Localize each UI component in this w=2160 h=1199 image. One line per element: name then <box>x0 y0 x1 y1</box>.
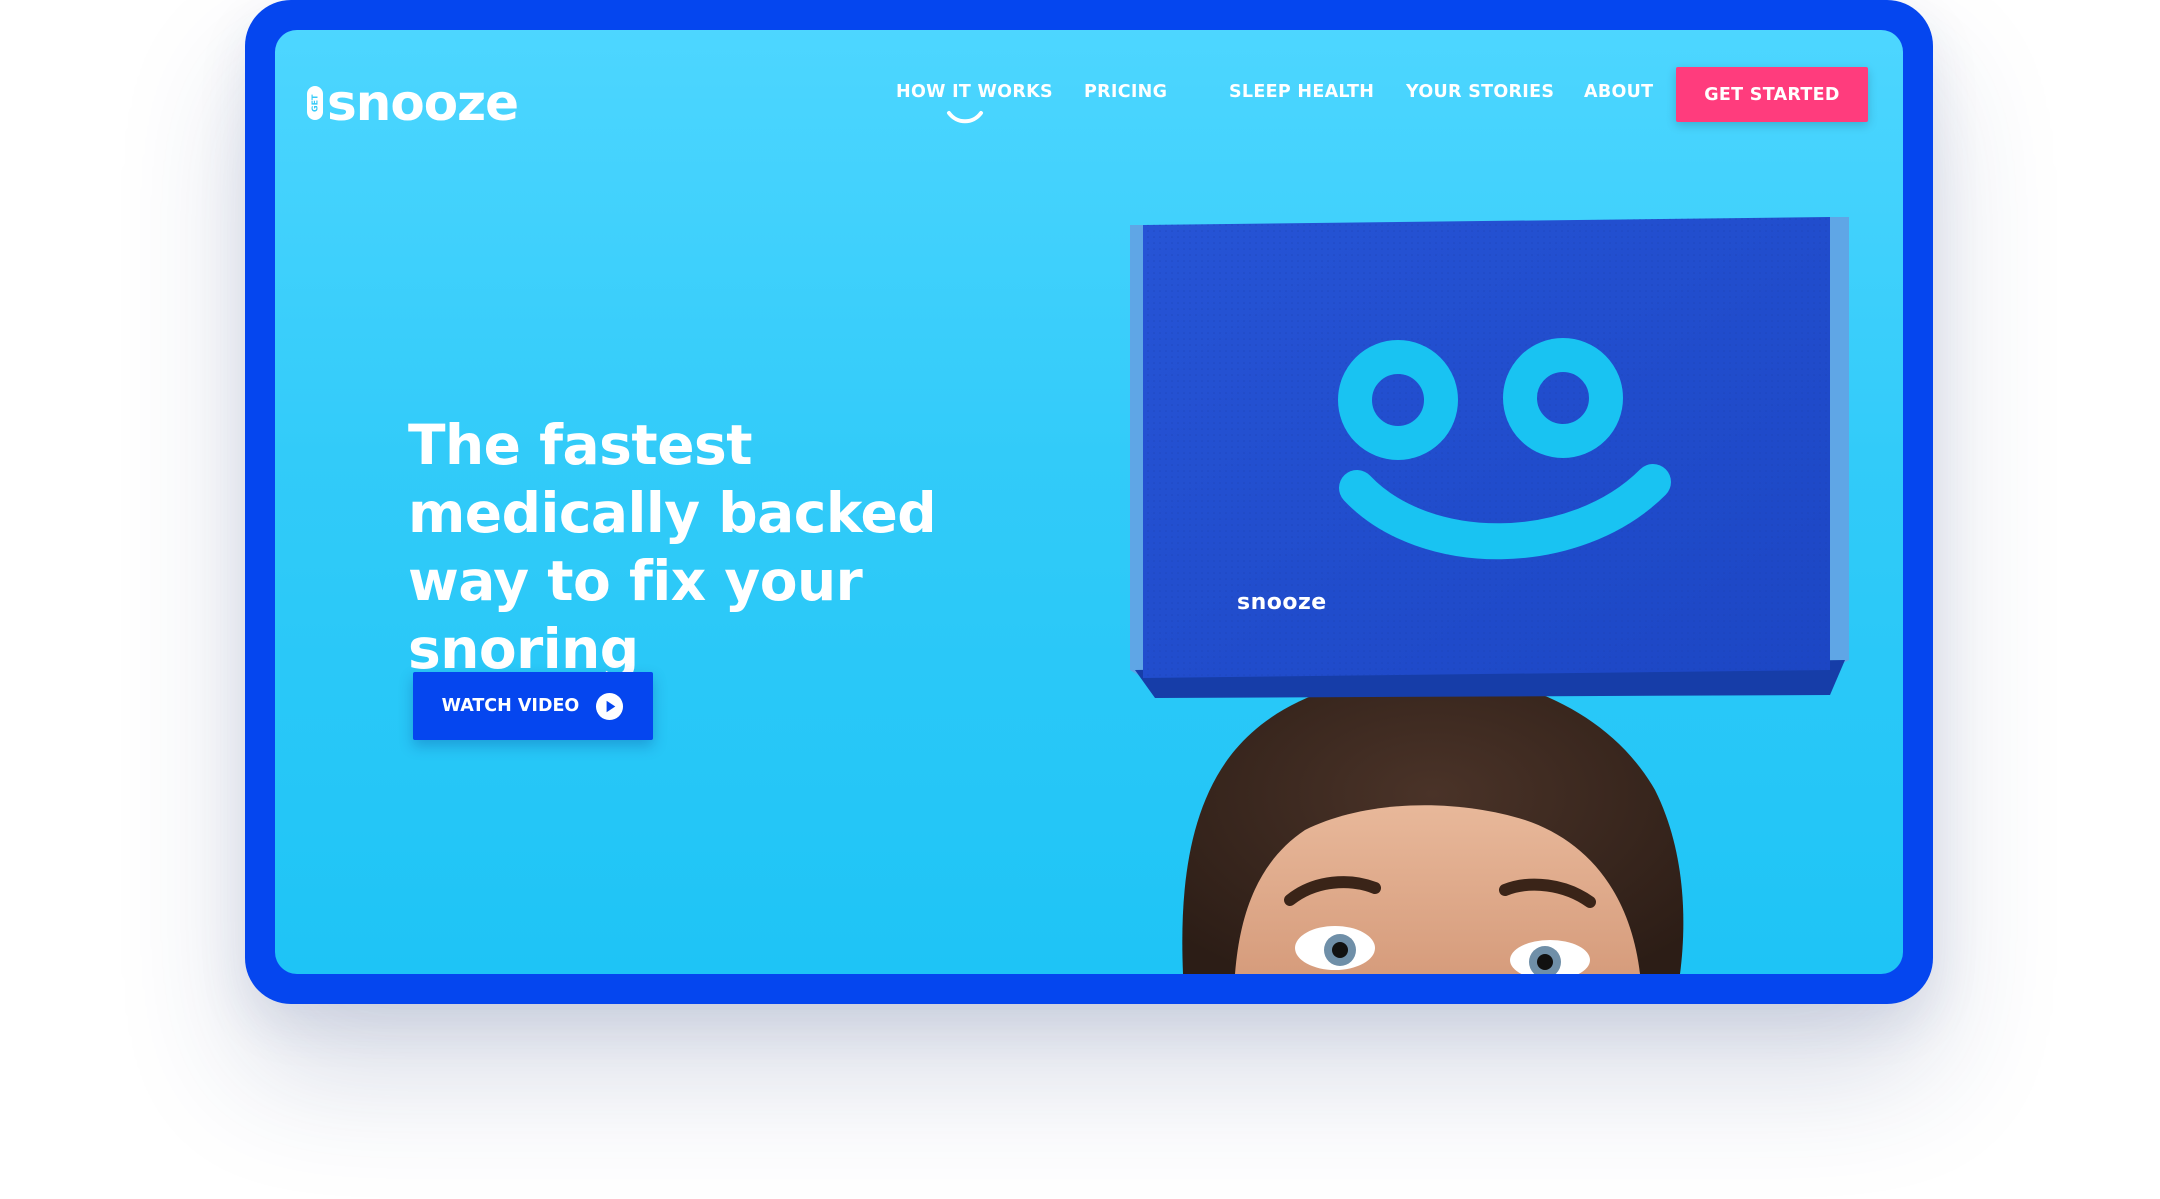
get-started-button[interactable]: GET STARTED <box>1676 67 1868 122</box>
website-screen: snooze GET snooze HOW IT WORKS PRICING S… <box>275 30 1903 974</box>
snooze-logo[interactable]: GET snooze <box>307 68 527 138</box>
play-circle-icon <box>596 692 624 720</box>
smile-underline-icon <box>947 111 983 124</box>
device-frame: snooze GET snooze HOW IT WORKS PRICING S… <box>245 0 1933 1004</box>
nav-your-stories[interactable]: YOUR STORIES <box>1406 82 1554 102</box>
box-logo: snooze <box>1237 590 1327 615</box>
watch-video-label: WATCH VIDEO <box>441 696 580 716</box>
nav-about[interactable]: ABOUT <box>1584 82 1653 102</box>
nav-how-it-works[interactable]: HOW IT WORKS <box>896 82 1053 102</box>
snooze-box <box>1130 217 1849 698</box>
logo-prefix: GET <box>307 86 323 120</box>
watch-video-button[interactable]: WATCH VIDEO <box>413 672 653 740</box>
logo-wordmark: snooze <box>327 74 519 132</box>
nav-sleep-health[interactable]: SLEEP HEALTH <box>1229 82 1374 102</box>
hero-title: The fastest medically backed way to fix … <box>408 413 937 681</box>
page: snooze GET snooze HOW IT WORKS PRICING S… <box>0 0 2160 1199</box>
nav-pricing[interactable]: PRICING <box>1084 82 1167 102</box>
person-head <box>1182 674 1684 974</box>
